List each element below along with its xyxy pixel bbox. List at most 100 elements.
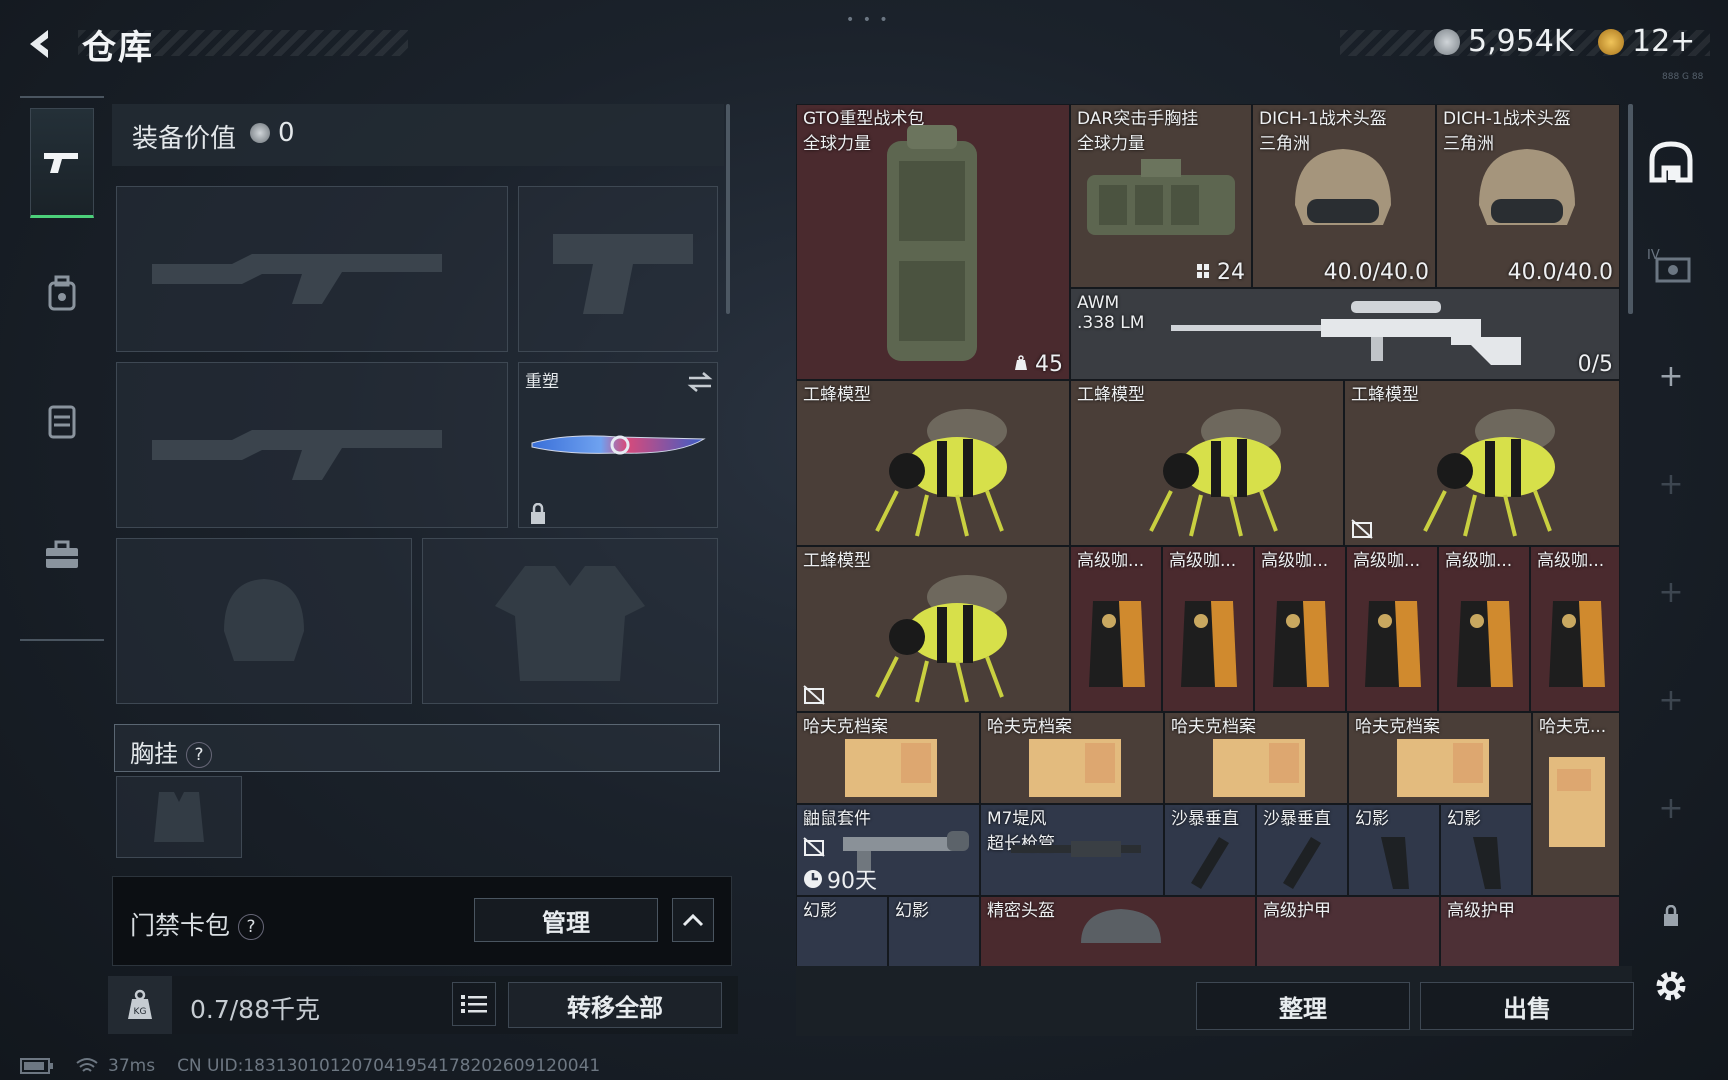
silver-currency[interactable]: 5,954K [1434,24,1574,59]
gold-currency[interactable]: 12+ [1598,24,1695,59]
drag-handle[interactable]: • • • [846,12,890,28]
stash-item[interactable]: 高级咖... [1070,546,1162,712]
sell-button[interactable]: 出售 [1420,982,1634,1030]
transfer-all-button[interactable]: 转移全部 [508,982,722,1028]
status-bar: 37ms CN UID:1831301012070419541782026091… [20,1056,600,1076]
stash-page-1-button[interactable] [1646,134,1696,190]
item-name: M7堤风 [987,809,1047,829]
stash-item[interactable]: DICH-1战术头盔 三角洲 40.0/40.0 [1436,104,1620,288]
primary-weapon-slot-1[interactable] [116,186,508,352]
swap-icon[interactable] [687,371,713,393]
plus-icon: + [1658,790,1684,826]
stash-item[interactable]: 精密头盔 [980,896,1256,970]
add-page-button-2[interactable]: + [1646,466,1696,502]
weight-lock-button[interactable]: KG [108,976,172,1034]
stash-item[interactable]: 高级咖... [1162,546,1254,712]
stash-item[interactable]: 幻影 [1348,804,1440,896]
add-page-button-5[interactable]: + [1646,790,1696,826]
item-value-text: 45 [1035,352,1063,377]
add-page-button-4[interactable]: + [1646,682,1696,718]
stash-item[interactable]: 哈夫克档案 [1164,712,1348,804]
help-icon[interactable]: ? [186,742,212,768]
stash-item[interactable]: 高级咖... [1530,546,1620,712]
helmet-icon [1081,909,1161,943]
item-value: 40.0/40.0 [1507,260,1613,285]
chest-rig-slot[interactable] [116,776,242,858]
plus-icon: + [1658,466,1684,502]
stash-item[interactable]: 高级护甲 [1440,896,1620,970]
item-timer-text: 90天 [827,869,877,894]
stash-grid: GTO重型战术包 全球力量 45 DAR突击手胸挂 全球力量 24 DICH-1… [796,104,1620,970]
coffee-bag-icon [1365,601,1421,687]
stash-item[interactable]: 沙暴垂直 [1164,804,1256,896]
helmet-silhouette-icon [224,579,304,661]
weight-icon [1015,355,1027,370]
primary-weapon-slot-2[interactable] [116,362,508,528]
stash-page-4-button[interactable]: IV [1646,240,1696,290]
stash-item[interactable]: DICH-1战术头盔 三角洲 40.0/40.0 [1252,104,1436,288]
stash-item[interactable]: 工蜂模型 [796,380,1070,546]
melee-slot[interactable]: 重塑 [518,362,718,528]
add-page-button[interactable]: + [1646,358,1696,394]
lock-stash-button[interactable] [1646,900,1696,932]
stash-item[interactable]: 高级护甲 [1256,896,1440,970]
helmet-icon [1295,149,1391,225]
ping-text: 37ms [108,1056,156,1076]
item-name: 高级护甲 [1263,901,1331,921]
stash-item[interactable]: 高级咖... [1346,546,1438,712]
settings-button[interactable] [1646,964,1696,1008]
safebox-icon [1649,141,1693,183]
armor-slot[interactable] [422,538,718,704]
stash-item[interactable]: 沙暴垂直 [1256,804,1348,896]
stash-item[interactable]: 高级咖... [1254,546,1346,712]
manage-button[interactable]: 管理 [474,898,658,942]
tab-backpack[interactable] [30,238,94,348]
help-icon[interactable]: ? [238,914,265,940]
sort-button[interactable]: 整理 [1196,982,1410,1030]
stash-item[interactable]: 鼬鼠套件 90天 [796,804,980,896]
document-folder-icon [845,739,937,797]
stash-item[interactable]: AWM .338 LM 0/5 [1070,288,1620,380]
category-tabs [20,96,104,641]
helmet-slot[interactable] [116,538,412,704]
tab-armor[interactable] [30,366,94,476]
stash-item[interactable]: 工蜂模型 [796,546,1070,712]
stash-item[interactable]: M7堤风 超长枪管 [980,804,1164,896]
document-folder-icon [1213,739,1305,797]
stash-item[interactable]: 哈夫克档案 [980,712,1164,804]
item-name: 高级护甲 [1447,901,1515,921]
pistol-slot[interactable] [518,186,718,352]
toolbox-icon [46,540,78,568]
back-button[interactable] [18,22,62,66]
stash-scrollbar[interactable] [1628,104,1633,314]
stash-item[interactable]: 哈夫克档案 [796,712,980,804]
item-name: DICH-1战术头盔 [1443,109,1571,129]
item-name: DAR突击手胸挂 [1077,109,1199,129]
backpack-icon [48,275,76,311]
stash-item[interactable]: 工蜂模型 [1344,380,1620,546]
item-name: 精密头盔 [987,901,1055,921]
document-folder-icon [1397,739,1489,797]
item-name: 高级咖... [1537,551,1605,571]
stash-item[interactable]: 幻影 [796,896,888,970]
item-value: 40.0/40.0 [1323,260,1429,285]
wifi-icon [76,1058,98,1072]
access-card-label: 门禁卡包? [130,906,265,942]
stash-item[interactable]: 高级咖... [1438,546,1530,712]
stash-item[interactable]: 哈夫克... [1532,712,1620,896]
stash-item[interactable]: GTO重型战术包 全球力量 45 [796,104,1070,380]
stash-item[interactable]: 幻影 [888,896,980,970]
collapse-button[interactable] [672,898,714,942]
no-trade-icon [803,685,825,705]
stash-item[interactable]: 幻影 [1440,804,1532,896]
stash-item[interactable]: 哈夫克档案 [1348,712,1532,804]
list-view-button[interactable] [452,982,496,1026]
equipment-scrollbar[interactable] [726,104,730,314]
equipment-value: 0 [250,118,295,148]
tab-tools[interactable] [30,500,94,610]
stash-item[interactable]: 工蜂模型 [1070,380,1344,546]
stash-item[interactable]: DAR突击手胸挂 全球力量 24 [1070,104,1252,288]
gear-icon [1656,971,1686,1001]
add-page-button-3[interactable]: + [1646,574,1696,610]
tab-weapons[interactable] [30,108,94,218]
